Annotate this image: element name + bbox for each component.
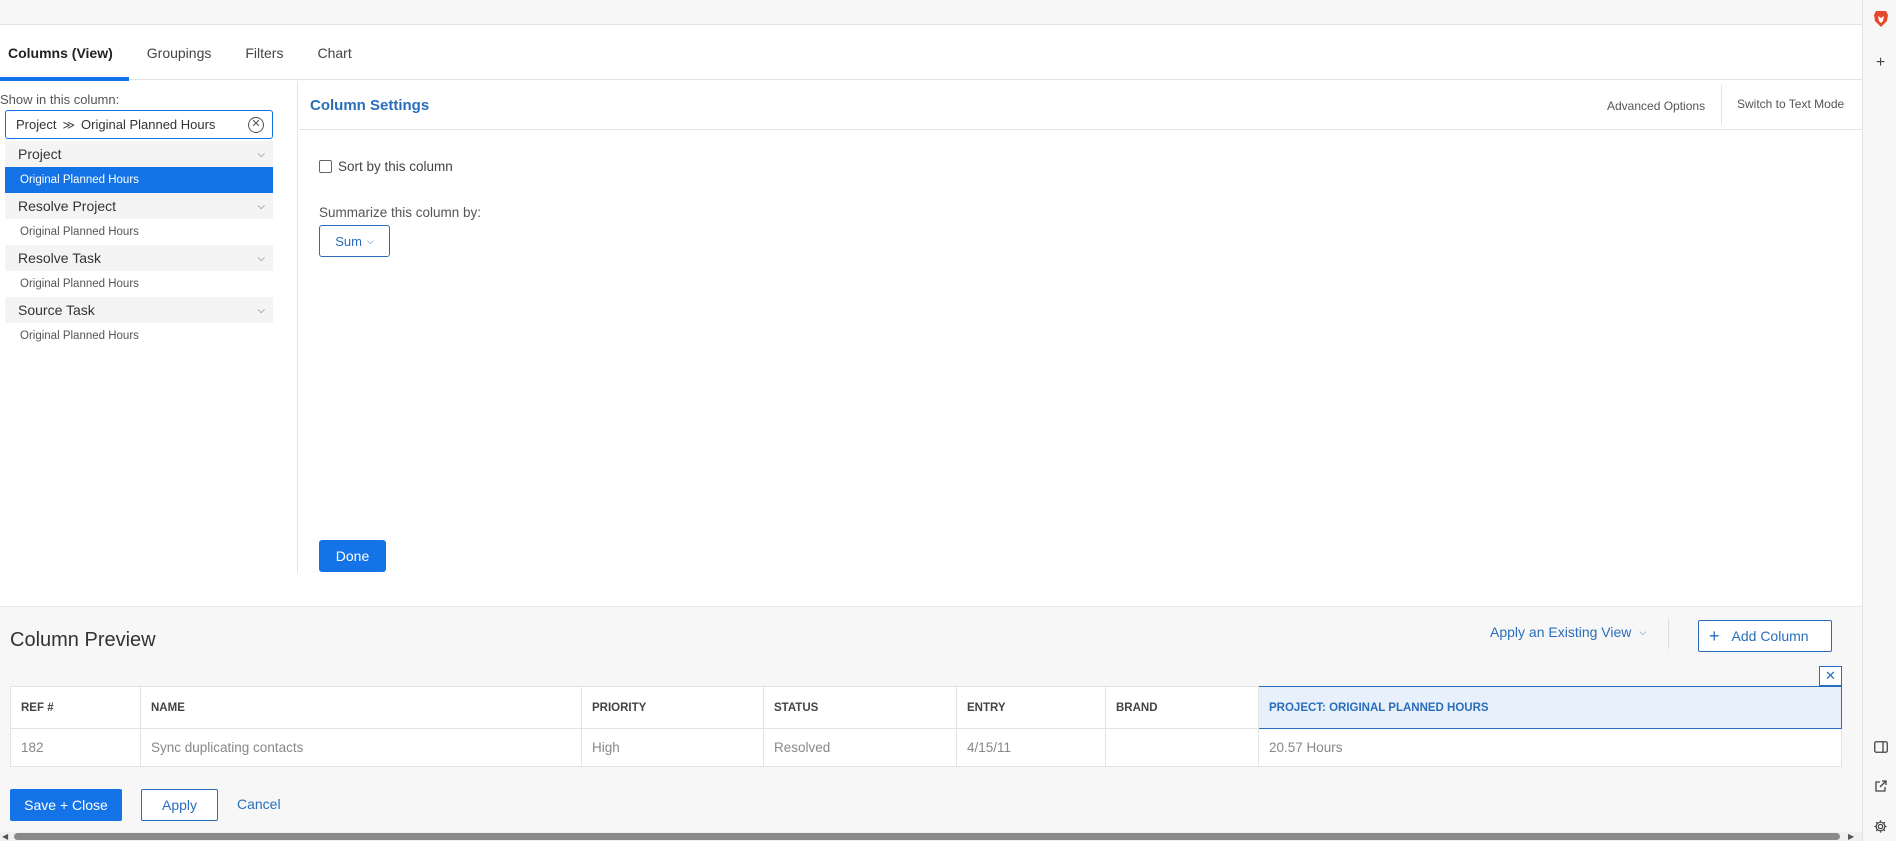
sort-label: Sort by this column <box>338 159 453 174</box>
browser-sidebar: + <box>1862 0 1896 841</box>
chevron-down-icon: ⌵ <box>257 304 265 316</box>
save-close-button[interactable]: Save + Close <box>10 789 122 821</box>
brave-lion-icon[interactable] <box>1873 10 1889 28</box>
group-header-resolve-project[interactable]: Resolve Project ⌵ <box>5 193 273 219</box>
preview-table: REF # NAME PRIORITY STATUS ENTRY BRAND P… <box>10 686 1842 767</box>
chevron-down-icon: ⌵ <box>1639 626 1647 637</box>
sort-by-column-row[interactable]: Sort by this column <box>319 159 453 174</box>
cancel-link[interactable]: Cancel <box>237 796 281 812</box>
chevron-down-icon: ⌵ <box>366 235 374 246</box>
column-header-priority[interactable]: PRIORITY <box>581 686 764 729</box>
column-settings-title: Column Settings <box>310 97 430 114</box>
path-separator-icon: ≫ <box>62 117 76 132</box>
clear-circle-icon[interactable]: ✕ <box>248 116 264 133</box>
column-preview-section: Column Preview Apply an Existing View ⌵ … <box>0 606 1862 841</box>
show-in-column-label: Show in this column: <box>0 92 120 107</box>
field-item-resolve-task-original-planned-hours[interactable]: Original Planned Hours <box>5 271 273 297</box>
cell-status: Resolved <box>763 728 957 767</box>
field-item-project-original-planned-hours[interactable]: Original Planned Hours <box>5 167 273 193</box>
table-row: 182 Sync duplicating contacts High Resol… <box>10 728 1842 767</box>
table-header-row: REF # NAME PRIORITY STATUS ENTRY BRAND P… <box>10 686 1842 729</box>
group-header-project[interactable]: Project ⌵ <box>5 141 273 167</box>
switch-to-text-mode-link[interactable]: Switch to Text Mode <box>1737 97 1844 111</box>
field-picker-panel: Show in this column: Project ≫ Original … <box>0 81 298 573</box>
summarize-value: Sum <box>335 233 362 249</box>
add-column-button[interactable]: + Add Column <box>1698 620 1832 652</box>
column-header-ref[interactable]: REF # <box>10 686 141 729</box>
field-path-part2: Original Planned Hours <box>81 117 216 132</box>
column-header-entry[interactable]: ENTRY <box>956 686 1106 729</box>
group-name: Resolve Project <box>18 198 117 214</box>
gear-icon[interactable] <box>1872 818 1889 835</box>
cell-ref: 182 <box>10 728 141 767</box>
chevron-down-icon: ⌵ <box>257 200 265 212</box>
external-link-icon[interactable] <box>1872 778 1889 795</box>
tab-filters[interactable]: Filters <box>237 25 291 80</box>
add-column-label: Add Column <box>1731 628 1809 644</box>
plus-icon[interactable]: + <box>1872 54 1889 71</box>
remove-column-close-icon[interactable]: ✕ <box>1819 666 1842 686</box>
horizontal-scrollbar[interactable]: ◀ ▶ <box>0 832 1862 841</box>
field-path-part1: Project <box>16 117 57 132</box>
chevron-down-icon: ⌵ <box>257 148 265 160</box>
scroll-right-icon[interactable]: ▶ <box>1848 832 1854 841</box>
column-settings-header: Column Settings Advanced Options Switch … <box>299 81 1862 130</box>
column-preview-title: Column Preview <box>10 629 156 651</box>
top-strip <box>0 0 1862 25</box>
column-header-name[interactable]: NAME <box>140 686 582 729</box>
cell-priority: High <box>581 728 764 767</box>
scroll-left-icon[interactable]: ◀ <box>2 832 8 841</box>
field-item-resolve-project-original-planned-hours[interactable]: Original Planned Hours <box>5 219 273 245</box>
column-header-project-original-planned-hours[interactable]: PROJECT: ORIGINAL PLANNED HOURS <box>1258 686 1842 729</box>
scrollbar-thumb[interactable] <box>14 833 1840 840</box>
group-header-source-task[interactable]: Source Task ⌵ <box>5 297 273 323</box>
divider <box>1668 619 1669 649</box>
cell-original-planned-hours: 20.57 Hours <box>1258 728 1842 767</box>
group-name: Resolve Task <box>18 250 102 266</box>
chevron-down-icon: ⌵ <box>257 252 265 264</box>
sidebar-panel-icon[interactable] <box>1872 738 1889 755</box>
view-tabs: Columns (View) Groupings Filters Chart <box>0 25 1862 81</box>
group-header-resolve-task[interactable]: Resolve Task ⌵ <box>5 245 273 271</box>
field-search-input[interactable]: Project ≫ Original Planned Hours ✕ <box>5 110 273 139</box>
tab-groupings[interactable]: Groupings <box>139 25 220 80</box>
sort-checkbox[interactable] <box>319 160 332 173</box>
cell-entry: 4/15/11 <box>956 728 1106 767</box>
apply-button[interactable]: Apply <box>141 789 218 821</box>
cell-brand <box>1105 728 1259 767</box>
summarize-label: Summarize this column by: <box>319 205 482 220</box>
cell-name: Sync duplicating contacts <box>140 728 582 767</box>
apply-existing-view-dropdown[interactable]: Apply an Existing View ⌵ <box>1490 624 1646 640</box>
group-name: Source Task <box>18 302 95 318</box>
tab-chart[interactable]: Chart <box>309 25 359 80</box>
advanced-options-link[interactable]: Advanced Options <box>1607 99 1705 113</box>
column-header-brand[interactable]: BRAND <box>1105 686 1259 729</box>
plus-icon: + <box>1709 626 1720 646</box>
field-item-source-task-original-planned-hours[interactable]: Original Planned Hours <box>5 323 273 349</box>
apply-view-label: Apply an Existing View <box>1490 624 1632 640</box>
done-button[interactable]: Done <box>319 540 386 572</box>
column-header-status[interactable]: STATUS <box>763 686 957 729</box>
divider <box>1721 85 1722 125</box>
summarize-dropdown[interactable]: Sum ⌵ <box>319 225 390 257</box>
tab-columns-view[interactable]: Columns (View) <box>0 25 129 81</box>
field-group-list: Project ⌵ Original Planned Hours Resolve… <box>5 141 273 349</box>
group-name: Project <box>18 146 62 162</box>
